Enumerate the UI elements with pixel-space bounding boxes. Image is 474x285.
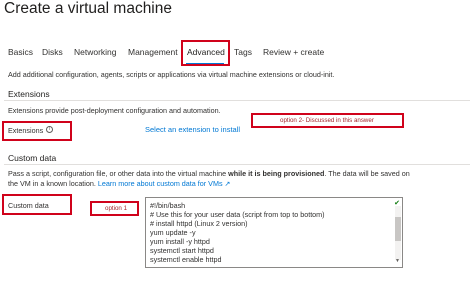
page-title: Create a virtual machine (4, 0, 172, 17)
intro-text: Add additional configuration, agents, sc… (8, 70, 335, 79)
textarea-line: yum install -y httpd (150, 237, 210, 246)
custom-data-textarea[interactable]: #!/bin/bash # Use this for your user dat… (145, 197, 403, 268)
annotation-box-custom-data (2, 194, 72, 215)
tab-basics[interactable]: Basics (8, 47, 33, 57)
tab-networking[interactable]: Networking (74, 47, 117, 57)
tab-tags[interactable]: Tags (234, 47, 252, 57)
tab-management[interactable]: Management (128, 47, 178, 57)
textarea-line: #!/bin/bash (150, 201, 186, 210)
textarea-line: yum update -y (150, 228, 196, 237)
custom-data-description-line1: Pass a script, configuration file, or ot… (8, 169, 410, 178)
extensions-heading: Extensions (8, 89, 50, 99)
textarea-line: systemctl enable httpd (150, 255, 222, 264)
textarea-line: # install httpd (Linux 2 version) (150, 219, 248, 228)
divider (4, 100, 470, 101)
external-link-icon[interactable]: ↗ (223, 181, 231, 188)
annotation-box-advanced (181, 40, 230, 66)
extensions-description: Extensions provide post-deployment confi… (8, 106, 221, 115)
scrollbar-thumb[interactable] (395, 217, 401, 241)
textarea-line: systemctl start httpd (150, 246, 214, 255)
scroll-down-icon[interactable]: ▼ (395, 258, 400, 264)
learn-more-link[interactable]: Learn more about custom data for VMs (98, 179, 223, 188)
divider (4, 164, 470, 165)
custom-data-description-line2: the VM in a known location. Learn more a… (8, 179, 231, 188)
textarea-line: # Use this for your user data (script fr… (150, 210, 325, 219)
tab-review-create[interactable]: Review + create (263, 47, 324, 57)
annotation-option2: option 2- Discussed in this answer (280, 117, 374, 124)
annotation-box-extensions (2, 121, 72, 141)
annotation-option1: option 1 (105, 205, 128, 212)
more-options-icon[interactable]: ··· (159, 4, 172, 15)
select-extension-link[interactable]: Select an extension to install (145, 125, 240, 134)
tab-disks[interactable]: Disks (42, 47, 63, 57)
custom-data-heading: Custom data (8, 153, 57, 163)
